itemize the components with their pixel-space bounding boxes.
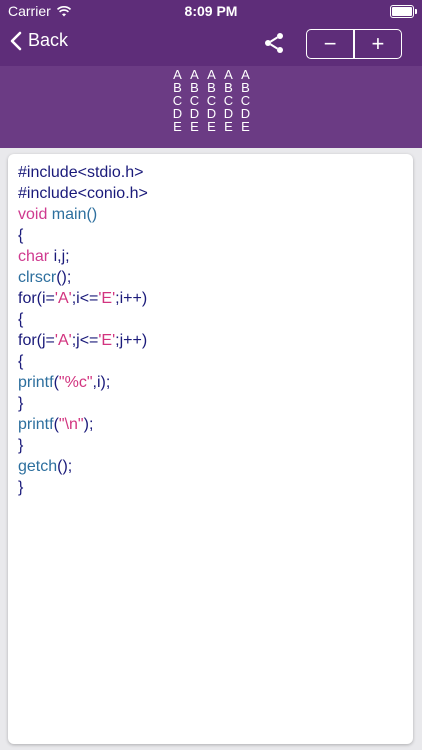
- code-token: ;j++): [115, 332, 148, 349]
- code-token: ();: [56, 269, 72, 286]
- code-token: clrscr: [18, 269, 57, 286]
- minus-icon: −: [323, 31, 337, 56]
- code-token: 'A': [54, 332, 72, 349]
- back-button[interactable]: Back: [10, 30, 68, 51]
- code-line: clrscr();: [18, 267, 148, 288]
- code-line: {: [18, 351, 148, 372]
- output-char: E: [207, 119, 216, 134]
- decrease-font-button[interactable]: −: [307, 30, 353, 58]
- code-token: printf: [18, 374, 54, 391]
- code-token: char: [18, 248, 50, 265]
- increase-font-button[interactable]: +: [355, 30, 401, 58]
- code-line: #include<stdio.h>: [18, 162, 148, 183]
- code-block: #include<stdio.h> #include<conio.h> void m…: [18, 162, 148, 498]
- code-token: 'E': [98, 290, 116, 307]
- code-line: {: [18, 309, 148, 330]
- code-token: for: [18, 290, 37, 307]
- code-token: );: [83, 416, 94, 433]
- share-icon[interactable]: [262, 31, 286, 55]
- code-token: (j=: [36, 332, 55, 349]
- font-size-stepper: − +: [306, 29, 402, 59]
- code-card: #include<stdio.h> #include<conio.h> void m…: [8, 154, 413, 744]
- status-time: 8:09 PM: [184, 3, 238, 19]
- chevron-left-icon: [10, 31, 22, 50]
- status-bar: Carrier 8:09 PM: [0, 0, 422, 22]
- output-preview: ABCDEABCDEABCDEABCDEABCDE: [0, 66, 422, 148]
- code-line: char i,j;: [18, 246, 148, 267]
- code-token: ,i);: [92, 374, 111, 391]
- code-token: 'A': [54, 290, 72, 307]
- code-token: i,j;: [49, 248, 70, 265]
- code-token: {: [18, 353, 24, 370]
- output-char: E: [241, 119, 250, 134]
- code-line: printf("\n");: [18, 414, 148, 435]
- code-token: "%c": [58, 374, 93, 391]
- output-char: E: [224, 119, 233, 134]
- code-line: printf("%c",i);: [18, 372, 148, 393]
- code-token: }: [18, 479, 24, 496]
- code-line: for(i='A';i<='E';i++): [18, 288, 148, 309]
- output-column: ABCDE: [170, 68, 185, 133]
- code-token: #include<stdio.h>: [18, 164, 144, 181]
- code-token: void: [18, 206, 48, 223]
- output-column: ABCDE: [238, 68, 253, 133]
- code-token: 'E': [98, 332, 116, 349]
- code-token: main(): [47, 206, 98, 223]
- code-token: }: [18, 395, 24, 412]
- code-line: }: [18, 477, 148, 498]
- back-label: Back: [28, 30, 69, 50]
- code-token: (i=: [36, 290, 55, 307]
- output-char: E: [190, 119, 199, 134]
- code-line: }: [18, 435, 148, 456]
- code-token: ;j<=: [71, 332, 99, 349]
- code-token: }: [18, 437, 24, 454]
- code-token: {: [18, 227, 24, 244]
- code-line: #include<conio.h>: [18, 183, 148, 204]
- code-token: getch: [18, 458, 58, 475]
- code-token: for: [18, 332, 37, 349]
- output-column: ABCDE: [221, 68, 236, 133]
- code-line: }: [18, 393, 148, 414]
- code-line: for(j='A';j<='E';j++): [18, 330, 148, 351]
- output-char: E: [173, 119, 182, 134]
- code-line: void main(): [18, 204, 148, 225]
- plus-icon: +: [371, 31, 385, 56]
- code-token: #include<conio.h>: [18, 185, 148, 202]
- navigation-bar: Back − +: [0, 22, 422, 66]
- code-token: ;i<=: [71, 290, 99, 307]
- output-column: ABCDE: [187, 68, 202, 133]
- code-token: ();: [57, 458, 73, 475]
- code-token: {: [18, 311, 24, 328]
- code-line: {: [18, 225, 148, 246]
- output-column: ABCDE: [204, 68, 219, 133]
- code-line: getch();: [18, 456, 148, 477]
- code-token: ;i++): [115, 290, 148, 307]
- code-token: printf: [18, 416, 54, 433]
- output-pattern: ABCDEABCDEABCDEABCDEABCDE: [170, 68, 253, 133]
- battery-icon: [390, 5, 417, 18]
- code-token: "\n": [58, 416, 84, 433]
